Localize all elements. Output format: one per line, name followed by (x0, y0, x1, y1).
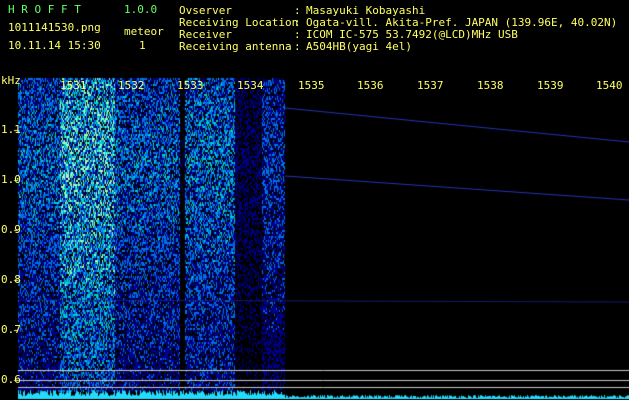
meteor-label: meteor (124, 25, 164, 38)
info-key-antenna: Receiving antenna (179, 40, 292, 53)
file-name: 1011141530.png (8, 21, 101, 34)
y-tick-label: 1.0 (1, 173, 21, 186)
spectrogram-canvas (0, 0, 629, 400)
x-tick-label: 1539 (537, 79, 564, 92)
meteor-count: 1 (139, 39, 146, 52)
x-tick-label: 1537 (417, 79, 444, 92)
file-datetime: 10.11.14 15:30 (8, 39, 101, 52)
x-tick-label: 1532 (118, 79, 145, 92)
x-tick-label: 1531 (60, 79, 87, 92)
y-axis-unit: kHz (1, 74, 21, 87)
x-tick-label: 1538 (477, 79, 504, 92)
y-tick-label: 0.7 (1, 323, 21, 336)
app-version: 1.0.0 (124, 3, 158, 16)
x-tick-label: 1533 (177, 79, 204, 92)
x-tick-label: 1540 (596, 79, 623, 92)
y-tick-label: 0.8 (1, 273, 21, 286)
y-tick-label: 0.9 (1, 223, 21, 236)
x-tick-label: 1535 (298, 79, 325, 92)
app-name: H R O F F T (8, 3, 81, 16)
info-value-antenna: A504HB(yagi 4el) (306, 40, 412, 53)
x-tick-label: 1534 (237, 79, 264, 92)
x-tick-label: 1536 (357, 79, 384, 92)
info-sep-antenna: : (294, 40, 301, 53)
y-tick-label: 0.6 (1, 373, 21, 386)
y-tick-label: 1.1 (1, 123, 21, 136)
